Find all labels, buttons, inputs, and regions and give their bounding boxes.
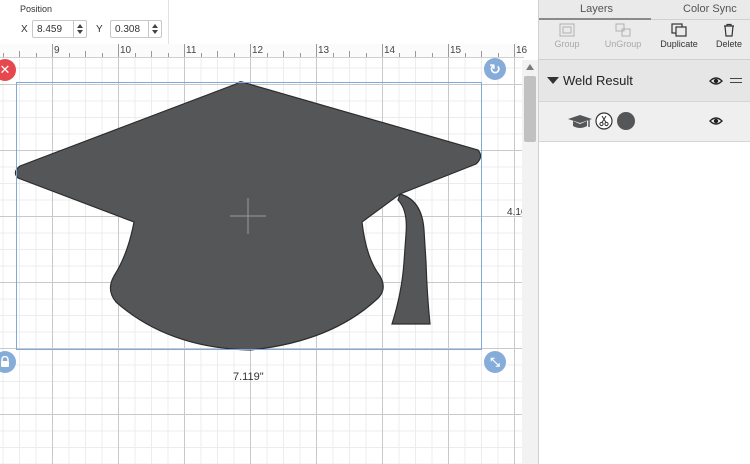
duplicate-label: Duplicate [660,39,698,49]
scrollbar-thumb[interactable] [524,76,536,142]
y-label: Y [96,24,103,35]
ruler-tick [497,53,499,57]
delete-button[interactable]: Delete [707,23,750,49]
y-position-value: 0.308 [115,24,141,35]
ungroup-icon [615,23,631,37]
graduation-cap-icon [568,115,592,128]
panel-tabs: Layers Color Sync [539,0,750,20]
ruler-tick [85,51,86,57]
scissors-cut-icon [595,112,613,130]
resize-icon: ⤡ [490,354,500,369]
ruler-label: 9 [54,45,60,56]
duplicate-icon [671,23,687,37]
group-button[interactable]: Group [539,23,595,49]
ruler-tick [316,44,317,57]
toolbar-divider [168,0,169,44]
trash-icon [724,23,734,37]
caret-down-icon[interactable] [547,77,559,84]
position-toolbar: Position X 8.459 Y 0.308 [0,0,538,44]
x-position-input[interactable]: 8.459 [32,20,87,38]
ruler-label: 11 [186,45,197,56]
ruler-tick [167,53,169,57]
eye-icon[interactable] [709,76,723,86]
ruler-tick [431,53,433,57]
layers-panel: Layers Color Sync Group UnGroup Duplicat… [538,0,750,464]
y-increment-icon[interactable] [152,24,158,28]
ruler-tick [200,53,202,57]
lock-icon [1,356,9,367]
ruler-tick [448,44,449,57]
design-canvas[interactable]: ✕ ↻ ⤡ 7.119" 4.16" [0,58,524,464]
ruler-tick [118,44,119,57]
ruler-tick [299,53,301,57]
layers-toolbar: Group UnGroup Duplicate Delete [539,20,750,60]
ruler-label: 13 [318,45,330,56]
ruler-tick [35,53,37,57]
x-label: X [21,24,28,35]
ruler-tick [134,53,136,57]
duplicate-button[interactable]: Duplicate [651,23,707,49]
drag-handle-icon[interactable] [730,78,742,86]
x-increment-icon[interactable] [77,24,83,28]
group-label: Group [554,39,580,49]
ruler-tick [19,51,20,57]
rotate-handle[interactable]: ↻ [484,58,506,80]
selection-box[interactable] [16,82,482,350]
ruler-tick [382,44,383,57]
eye-icon[interactable] [709,116,723,126]
ruler-tick [217,51,218,57]
ruler-label: 12 [252,45,264,56]
ruler-tick [101,53,103,57]
ruler-tick [349,51,350,57]
tab-color-sync[interactable]: Color Sync [683,3,737,15]
ruler-tick [250,44,251,57]
y-decrement-icon[interactable] [152,30,158,34]
ruler-tick [481,51,482,57]
y-position-stepper[interactable] [148,21,161,37]
width-dimension-label: 7.119" [233,371,264,383]
ungroup-label: UnGroup [604,39,642,49]
ruler-tick [68,53,70,57]
ruler-tick [233,53,235,57]
position-title: Position [20,4,53,14]
ruler-tick [2,53,4,57]
x-decrement-icon[interactable] [77,30,83,34]
ruler-tick [52,44,53,57]
ruler-label: 15 [450,45,462,56]
layer-group-name: Weld Result [563,73,633,88]
close-icon: ✕ [0,62,11,77]
x-position-stepper[interactable] [73,21,86,37]
layer-item-row[interactable] [539,102,750,142]
ruler-tick [266,53,268,57]
ungroup-button[interactable]: UnGroup [595,23,651,49]
ruler-tick [332,53,334,57]
ruler-tick [464,53,466,57]
ruler-label: 10 [120,45,132,56]
y-position-input[interactable]: 0.308 [110,20,162,38]
horizontal-ruler: 9 10 11 12 13 14 15 16 [0,44,528,58]
layer-group-row[interactable]: Weld Result [539,60,750,102]
ruler-tick [151,51,152,57]
x-position-value: 8.459 [37,24,63,35]
ruler-label: 14 [384,45,396,56]
rotate-icon: ↻ [489,60,501,77]
ruler-tick [184,44,185,57]
tab-layers[interactable]: Layers [580,3,613,15]
group-icon [559,23,575,37]
ruler-tick [283,51,284,57]
ruler-tick [514,44,515,57]
scroll-up-icon[interactable] [526,64,534,70]
ruler-tick [398,53,400,57]
vertical-scrollbar[interactable] [522,60,538,464]
color-swatch[interactable] [617,112,635,130]
layers-empty-area [539,142,750,464]
ruler-tick [365,53,367,57]
resize-handle[interactable]: ⤡ [484,351,506,373]
ruler-tick [415,51,416,57]
ruler-label: 16 [516,45,528,56]
delete-label: Delete [715,39,742,49]
